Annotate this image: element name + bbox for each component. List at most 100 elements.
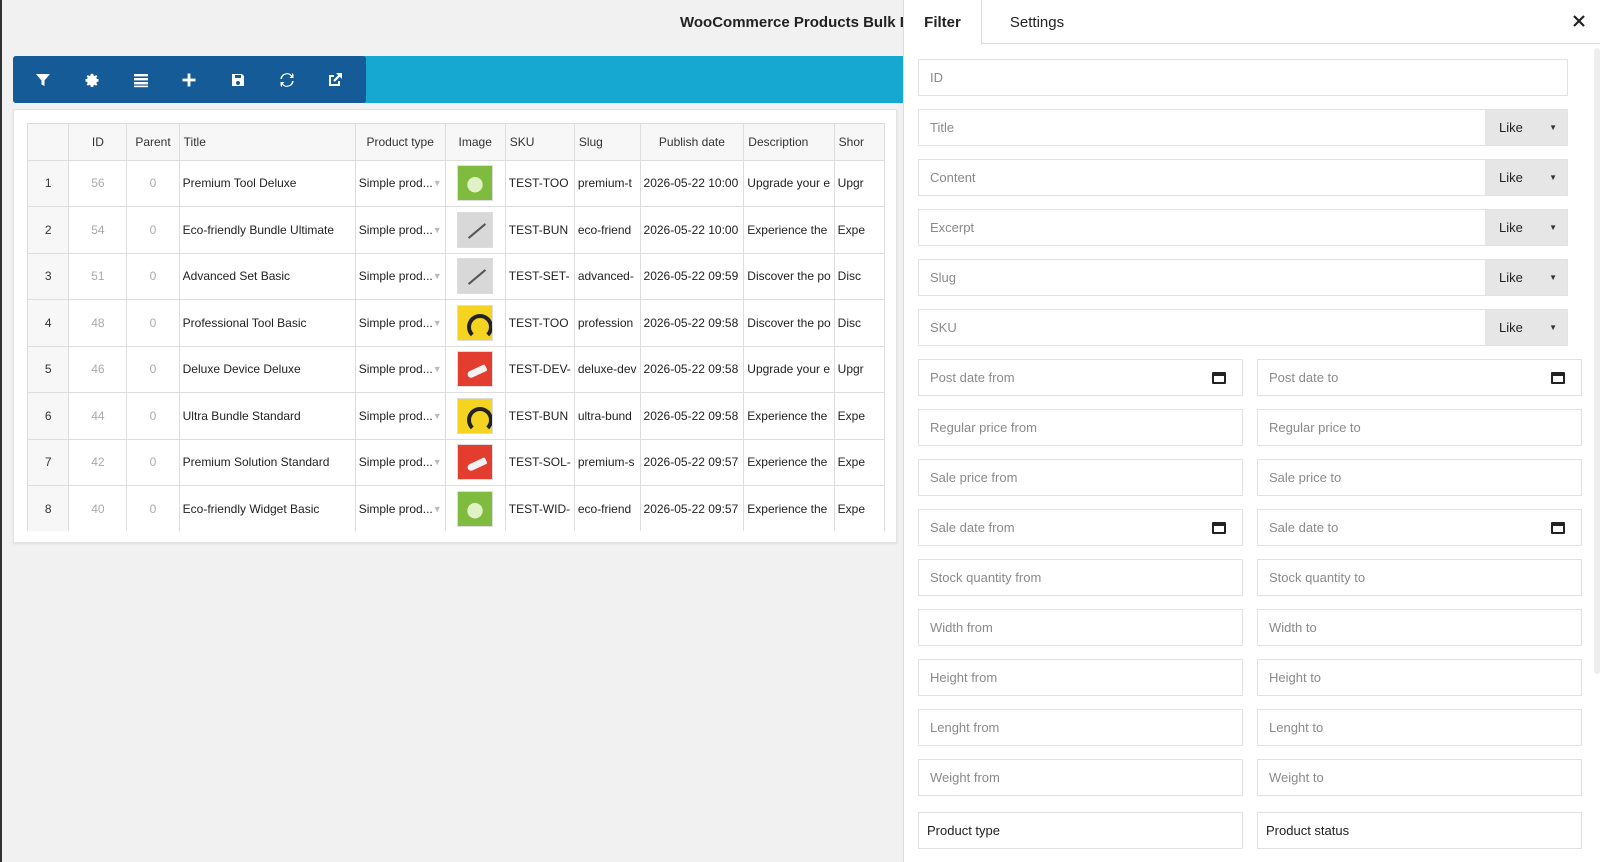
parent-cell[interactable]: 0 [126, 299, 180, 347]
parent-cell[interactable]: 0 [126, 439, 180, 486]
filter-title-input[interactable]: Title Like ▼ [918, 109, 1568, 146]
product-type-cell[interactable]: Simple prod... ▼ [355, 160, 446, 207]
row-index-cell[interactable]: 6 [28, 392, 70, 440]
filter-stock-quantity-to-input[interactable]: Stock quantity to [1257, 559, 1582, 596]
product-thumbnail[interactable] [457, 351, 494, 388]
row-index-cell[interactable]: 4 [28, 299, 70, 347]
image-cell[interactable] [445, 206, 506, 254]
description-cell[interactable]: Experience the [743, 439, 835, 486]
slug-cell[interactable]: profession [574, 299, 641, 347]
sku-cell[interactable]: TEST-TOO [505, 299, 575, 347]
product-status-select[interactable]: Product status [1257, 812, 1582, 849]
short-description-cell[interactable]: Upgr [834, 160, 885, 207]
description-cell[interactable]: Experience the [743, 206, 835, 254]
short-description-cell[interactable]: Expe [834, 206, 885, 254]
export-button[interactable] [317, 61, 353, 99]
chevron-down-icon[interactable]: ▼ [433, 504, 442, 514]
sku-cell[interactable]: TEST-BUN [505, 206, 575, 254]
filter-stock-quantity-from-input[interactable]: Stock quantity from [918, 559, 1243, 596]
short-description-cell[interactable]: Expe [834, 392, 885, 440]
slug-cell[interactable]: eco-friend [574, 206, 641, 254]
chevron-down-icon[interactable]: ▼ [433, 364, 442, 374]
filter-content-input[interactable]: Content Like ▼ [918, 159, 1568, 196]
table-row[interactable]: 4 48 0 Professional Tool Basic Simple prod..… [28, 299, 885, 347]
title-cell[interactable]: Eco-friendly Bundle Ultimate [179, 206, 356, 254]
filter-sku-input[interactable]: SKU Like ▼ [918, 309, 1568, 346]
row-index-cell[interactable]: 2 [28, 206, 70, 254]
title-cell[interactable]: Deluxe Device Deluxe [179, 346, 356, 393]
publish-date-cell[interactable]: 2026-05-22 09:57 [640, 485, 745, 531]
id-cell[interactable]: 54 [68, 206, 128, 254]
settings-button[interactable] [74, 61, 110, 99]
row-index-cell[interactable]: 5 [28, 346, 70, 393]
parent-cell[interactable]: 0 [126, 485, 180, 531]
short-description-cell[interactable]: Disc [834, 299, 885, 347]
publish-date-cell[interactable]: 2026-05-22 09:59 [640, 253, 745, 300]
close-button[interactable] [1567, 9, 1591, 33]
short-description-cell[interactable]: Upgr [834, 346, 885, 393]
filter-height-from-input[interactable]: Height from [918, 659, 1243, 696]
table-row[interactable]: 8 40 0 Eco-friendly Widget Basic Simple prod… [28, 485, 885, 531]
col-header-id[interactable]: ID [68, 124, 128, 161]
slug-cell[interactable]: deluxe-dev [574, 346, 641, 393]
product-type-cell[interactable]: Simple prod... ▼ [355, 299, 446, 347]
filter-post-date-to-input[interactable]: Post date to [1257, 359, 1582, 396]
calendar-icon[interactable] [1551, 371, 1565, 384]
refresh-button[interactable] [269, 61, 305, 99]
filter-id-input[interactable]: ID [918, 59, 1568, 96]
description-cell[interactable]: Experience the [743, 392, 835, 440]
sku-cell[interactable]: TEST-WID- [505, 485, 575, 531]
publish-date-cell[interactable]: 2026-05-22 09:57 [640, 439, 745, 486]
title-cell[interactable]: Eco-friendly Widget Basic [179, 485, 356, 531]
description-cell[interactable]: Upgrade your e [743, 160, 835, 207]
product-type-cell[interactable]: Simple prod... ▼ [355, 253, 446, 300]
filter-lenght-from-input[interactable]: Lenght from [918, 709, 1243, 746]
slug-cell[interactable]: eco-friend [574, 485, 641, 531]
id-cell[interactable]: 40 [68, 485, 128, 531]
col-header-sku[interactable]: SKU [505, 124, 575, 161]
row-index-cell[interactable]: 8 [28, 485, 70, 531]
parent-cell[interactable]: 0 [126, 346, 180, 393]
product-type-cell[interactable]: Simple prod... ▼ [355, 439, 446, 486]
title-cell[interactable]: Premium Solution Standard [179, 439, 356, 486]
publish-date-cell[interactable]: 2026-05-22 09:58 [640, 346, 745, 393]
id-cell[interactable]: 42 [68, 439, 128, 486]
product-type-cell[interactable]: Simple prod... ▼ [355, 346, 446, 393]
row-index-cell[interactable]: 3 [28, 253, 70, 300]
product-thumbnail[interactable] [457, 211, 494, 248]
filter-slug-operator-select[interactable]: Like ▼ [1485, 260, 1567, 295]
title-cell[interactable]: Ultra Bundle Standard [179, 392, 356, 440]
product-thumbnail[interactable] [457, 165, 494, 202]
product-thumbnail[interactable] [457, 444, 494, 481]
image-cell[interactable] [445, 299, 506, 347]
filter-weight-to-input[interactable]: Weight to [1257, 759, 1582, 796]
tab-settings[interactable]: Settings [982, 0, 1092, 44]
col-header-slug[interactable]: Slug [574, 124, 641, 161]
image-cell[interactable] [445, 160, 506, 207]
col-header-product-type[interactable]: Product type [355, 124, 446, 161]
filter-excerpt-operator-select[interactable]: Like ▼ [1485, 210, 1567, 245]
publish-date-cell[interactable]: 2026-05-22 09:58 [640, 299, 745, 347]
filter-post-date-from-input[interactable]: Post date from [918, 359, 1243, 396]
calendar-icon[interactable] [1551, 521, 1565, 534]
filter-sale-price-from-input[interactable]: Sale price from [918, 459, 1243, 496]
image-cell[interactable] [445, 346, 506, 393]
sku-cell[interactable]: TEST-SET- [505, 253, 575, 300]
product-thumbnail[interactable] [457, 490, 494, 527]
filter-button[interactable] [25, 61, 61, 99]
tab-filter[interactable]: Filter [904, 0, 982, 45]
col-header-parent[interactable]: Parent [126, 124, 180, 161]
col-header-image[interactable]: Image [445, 124, 506, 161]
filter-regular-price-to-input[interactable]: Regular price to [1257, 409, 1582, 446]
product-type-cell[interactable]: Simple prod... ▼ [355, 206, 446, 254]
filter-slug-input[interactable]: Slug Like ▼ [918, 259, 1568, 296]
chevron-down-icon[interactable]: ▼ [433, 225, 442, 235]
chevron-down-icon[interactable]: ▼ [433, 411, 442, 421]
calendar-icon[interactable] [1212, 371, 1226, 384]
table-row[interactable]: 1 56 0 Premium Tool Deluxe Simple prod... ▼ TE… [28, 160, 885, 207]
parent-cell[interactable]: 0 [126, 392, 180, 440]
table-row[interactable]: 6 44 0 Ultra Bundle Standard Simple prod... ▼… [28, 392, 885, 440]
image-cell[interactable] [445, 392, 506, 440]
description-cell[interactable]: Discover the po [743, 299, 835, 347]
add-button[interactable] [171, 61, 207, 99]
